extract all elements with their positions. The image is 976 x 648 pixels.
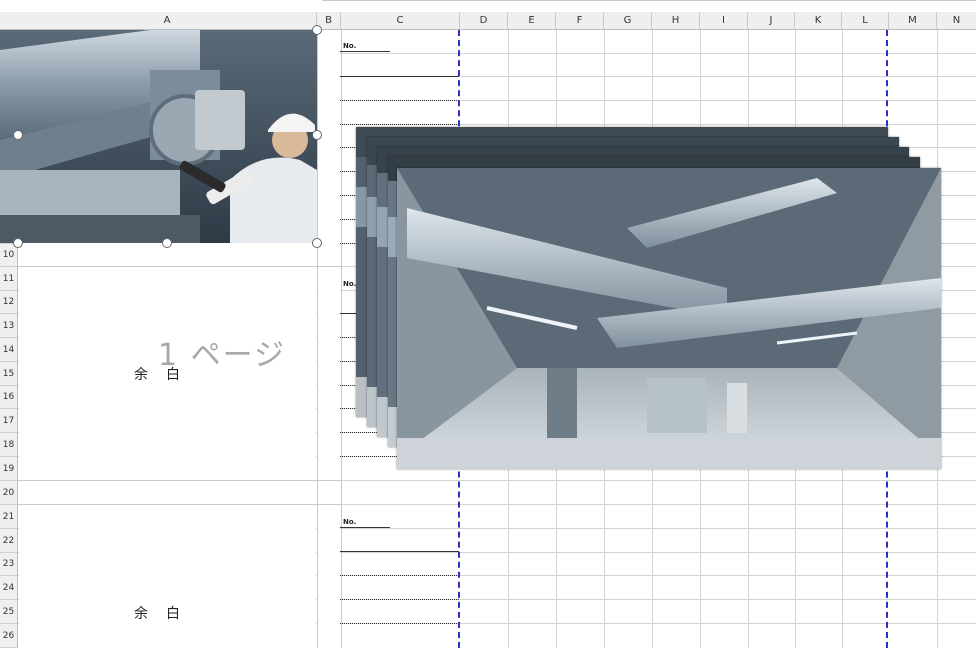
row-header-11[interactable]: 11: [0, 267, 17, 291]
resize-handle[interactable]: [13, 130, 23, 140]
resize-handle[interactable]: [13, 238, 23, 248]
row-header-20[interactable]: 20: [0, 481, 17, 505]
row-header-12[interactable]: 12: [0, 291, 17, 314]
col-header-C[interactable]: C: [341, 12, 460, 29]
duct-room-photo[interactable]: [397, 168, 941, 469]
row-header-14[interactable]: 14: [0, 338, 17, 362]
col-header-H[interactable]: H: [652, 12, 700, 29]
ribbon-edge: [0, 0, 976, 12]
col-header-F[interactable]: F: [556, 12, 604, 29]
row-header-21[interactable]: 21: [0, 505, 17, 529]
margin-label: 余 白: [134, 606, 182, 622]
row-header-23[interactable]: 23: [0, 553, 17, 576]
col-header-I[interactable]: I: [700, 12, 748, 29]
row-header-17[interactable]: 17: [0, 409, 17, 433]
col-header-L[interactable]: L: [842, 12, 889, 29]
resize-handle[interactable]: [162, 238, 172, 248]
row-header-18[interactable]: 18: [0, 433, 17, 457]
col-header-M[interactable]: M: [889, 12, 937, 29]
worker-photo[interactable]: [0, 30, 317, 243]
row-header-16[interactable]: 16: [0, 386, 17, 409]
col-header-K[interactable]: K: [795, 12, 842, 29]
resize-handle[interactable]: [312, 25, 322, 35]
row-header-25[interactable]: 25: [0, 600, 17, 624]
row-header-22[interactable]: 22: [0, 529, 17, 553]
row-header-15[interactable]: 15: [0, 362, 17, 386]
column-header-bar: A B C D E F G H I J K L M N: [0, 12, 976, 30]
row-header-19[interactable]: 19: [0, 457, 17, 481]
number-label: No.: [343, 42, 357, 50]
col-header-N[interactable]: N: [937, 12, 976, 29]
resize-handle[interactable]: [312, 238, 322, 248]
col-header-D[interactable]: D: [460, 12, 508, 29]
row-header-24[interactable]: 24: [0, 576, 17, 600]
resize-handle[interactable]: [312, 130, 322, 140]
row-header-26[interactable]: 26: [0, 624, 17, 648]
page-number-watermark: 1 ページ: [158, 338, 287, 373]
row-header-10[interactable]: 10: [0, 244, 17, 267]
row-header-13[interactable]: 13: [0, 314, 17, 338]
number-label: No.: [343, 518, 357, 526]
col-header-E[interactable]: E: [508, 12, 556, 29]
number-label: No.: [343, 280, 357, 288]
col-header-A[interactable]: A: [18, 12, 317, 29]
col-header-G[interactable]: G: [604, 12, 652, 29]
col-header-J[interactable]: J: [748, 12, 795, 29]
